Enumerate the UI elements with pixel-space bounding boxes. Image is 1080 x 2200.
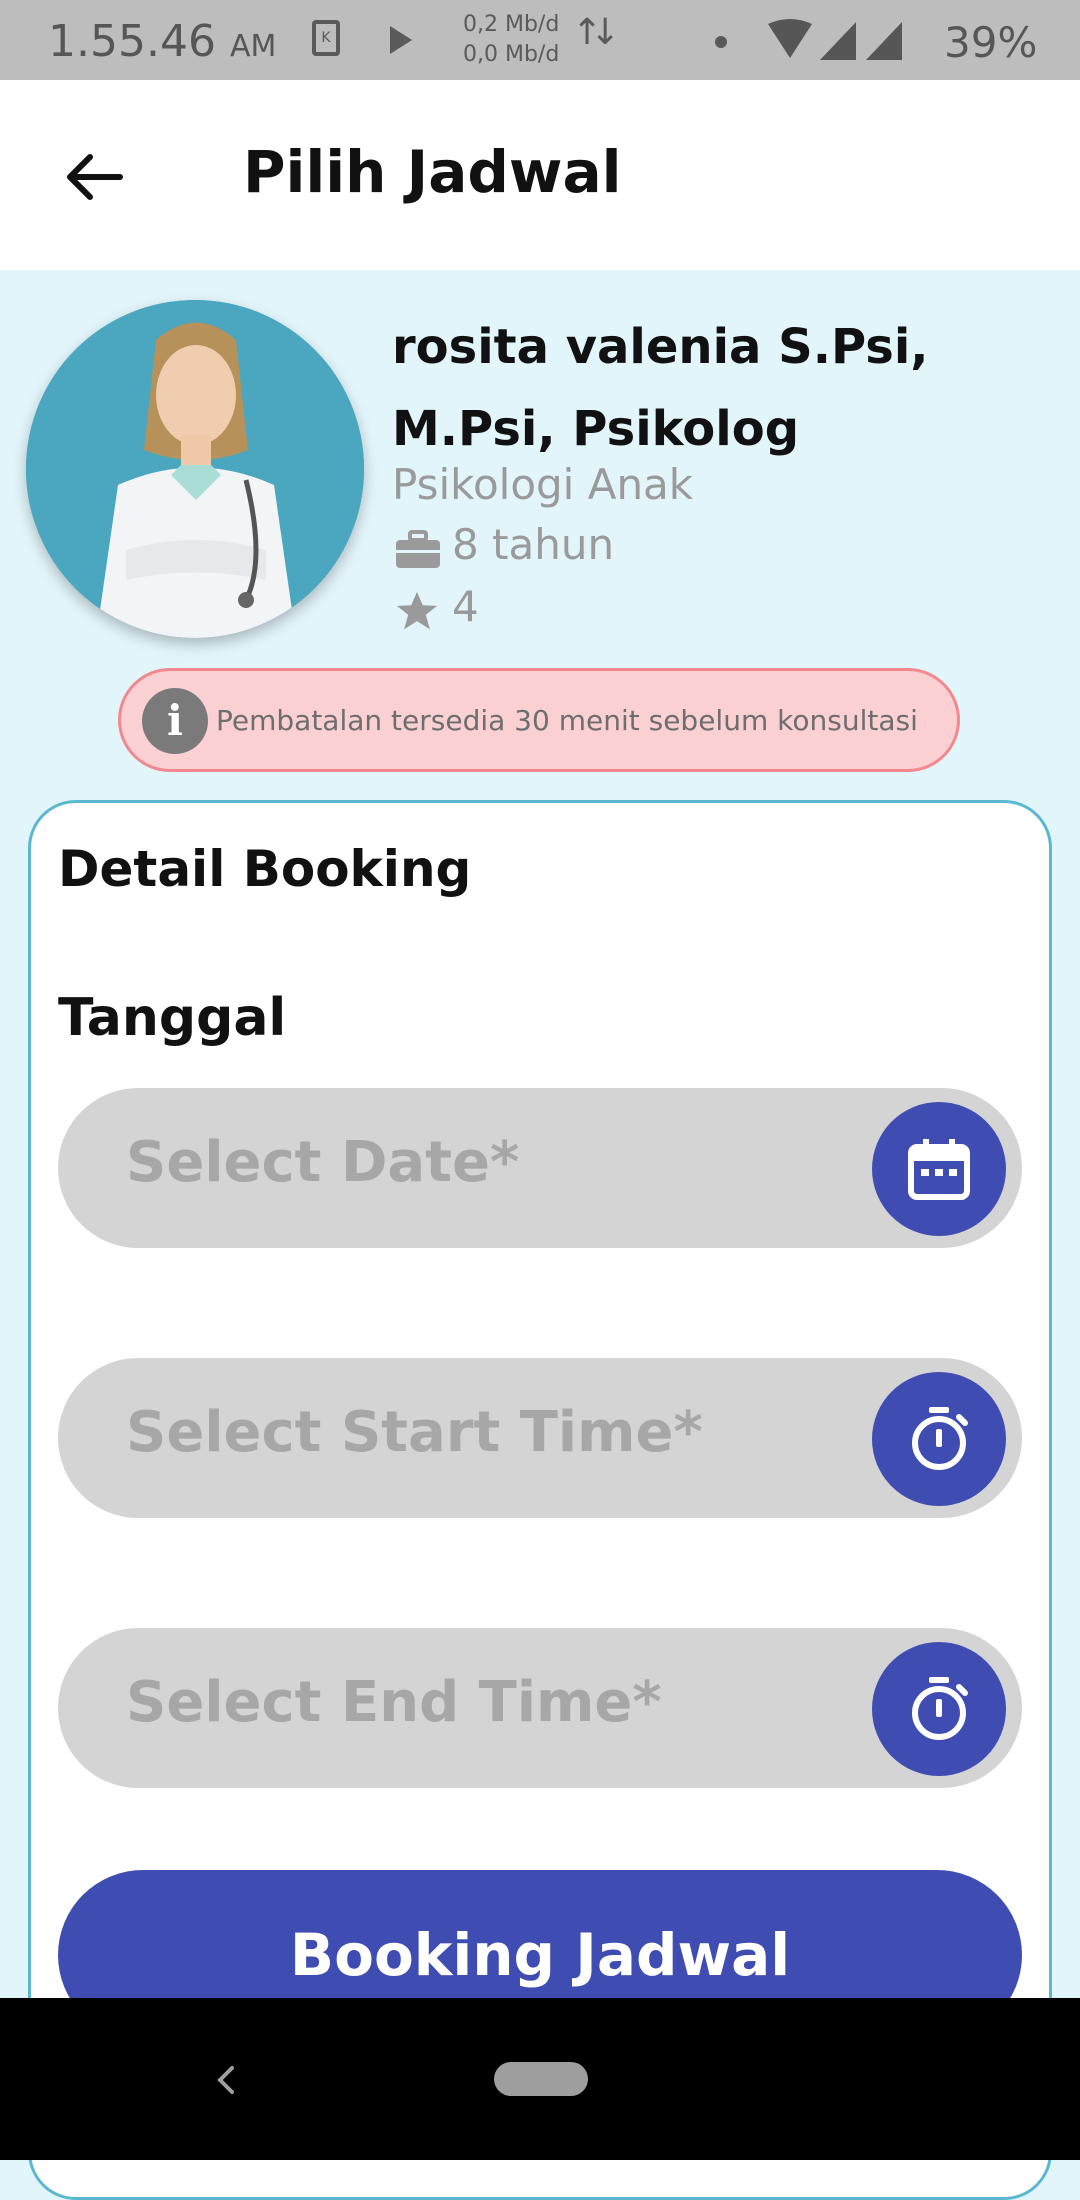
signal-icons bbox=[768, 19, 902, 60]
play-icon bbox=[390, 26, 412, 54]
page-title: Pilih Jadwal bbox=[243, 138, 622, 206]
start-time-field[interactable]: Select Start Time* bbox=[58, 1358, 1022, 1518]
end-time-field[interactable]: Select End Time* bbox=[58, 1628, 1022, 1788]
star-icon bbox=[396, 591, 438, 630]
info-icon: i bbox=[142, 688, 208, 754]
battery-percent: 39% bbox=[944, 18, 1038, 67]
status-bar: 1.55.46 AM K 0,2 Mb/d 0,0 Mb/d ↑↓ 39% bbox=[0, 0, 1080, 80]
stopwatch-icon bbox=[912, 1407, 968, 1470]
date-picker-button[interactable] bbox=[872, 1102, 1006, 1236]
data-transfer-icon: ↑↓ bbox=[572, 12, 620, 53]
start-time-picker-button[interactable] bbox=[872, 1372, 1006, 1506]
end-time-picker-button[interactable] bbox=[872, 1642, 1006, 1776]
network-speed: 0,2 Mb/d 0,0 Mb/d bbox=[463, 12, 560, 67]
doctor-rating: 4 bbox=[452, 582, 479, 631]
back-arrow-icon[interactable] bbox=[62, 145, 126, 209]
kindle-icon: K bbox=[312, 20, 340, 56]
nav-home-button[interactable] bbox=[494, 2062, 588, 2096]
date-field[interactable]: Select Date* bbox=[58, 1088, 1022, 1248]
doctor-name: rosita valenia S.Psi, M.Psi, Psikolog bbox=[392, 319, 929, 457]
stopwatch-icon bbox=[912, 1677, 968, 1740]
doctor-specialty: Psikologi Anak bbox=[392, 460, 694, 509]
date-placeholder: Select Date* bbox=[126, 1130, 520, 1195]
doctor-avatar bbox=[26, 300, 364, 638]
date-label: Tanggal bbox=[58, 988, 287, 1048]
calendar-icon bbox=[908, 1139, 970, 1200]
notification-dot-icon bbox=[715, 36, 727, 48]
notice-text: Pembatalan tersedia 30 menit sebelum kon… bbox=[216, 704, 918, 737]
briefcase-icon bbox=[396, 530, 440, 568]
nav-back-icon[interactable] bbox=[208, 2062, 244, 2098]
start-time-placeholder: Select Start Time* bbox=[126, 1400, 703, 1465]
status-time: 1.55.46 AM bbox=[48, 16, 277, 67]
doctor-experience: 8 tahun bbox=[452, 520, 615, 569]
end-time-placeholder: Select End Time* bbox=[126, 1670, 662, 1735]
booking-card-title: Detail Booking bbox=[58, 840, 472, 898]
